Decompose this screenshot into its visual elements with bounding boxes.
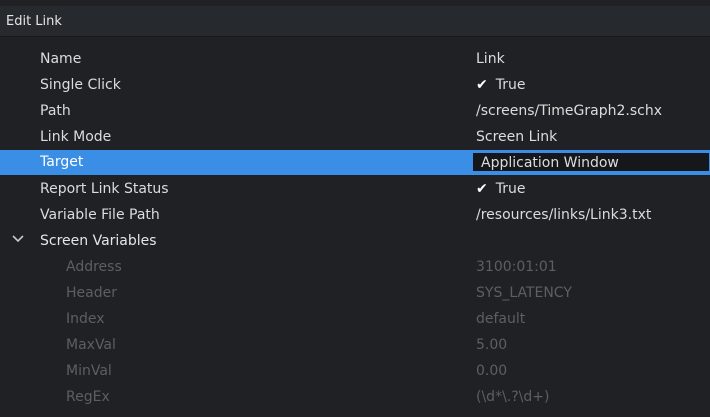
property-row-report-link-status[interactable]: Report Link Status ✔ True <box>0 177 710 202</box>
variable-label: MaxVal <box>66 337 116 353</box>
target-dropdown-value: Application Window <box>481 155 619 171</box>
chevron-down-icon[interactable] <box>11 232 25 246</box>
group-label: Screen Variables <box>40 233 157 249</box>
property-value-checkbox[interactable]: ✔ True <box>476 77 525 93</box>
variable-row-header: Header SYS_LATENCY <box>0 281 710 306</box>
property-row-name[interactable]: Name Link <box>0 47 710 72</box>
property-label: Report Link Status <box>40 181 169 197</box>
variable-row-index: Index default <box>0 307 710 332</box>
property-value-checkbox[interactable]: ✔ True <box>476 181 525 197</box>
variable-row-minval: MinVal 0.00 <box>0 359 710 384</box>
edit-link-panel: Edit Link Name Link Single Click ✔ True P… <box>0 0 710 417</box>
variable-label: Address <box>66 259 122 275</box>
checkmark-icon[interactable]: ✔ <box>476 181 488 197</box>
variable-label: Index <box>66 311 105 327</box>
property-row-variable-file-path[interactable]: Variable File Path /resources/links/Link… <box>0 203 710 228</box>
property-label: Single Click <box>40 77 121 93</box>
property-row-single-click[interactable]: Single Click ✔ True <box>0 73 710 98</box>
variable-row-address: Address 3100:01:01 <box>0 255 710 280</box>
variable-value: SYS_LATENCY <box>476 285 572 301</box>
checkmark-icon[interactable]: ✔ <box>476 77 488 93</box>
property-row-link-mode[interactable]: Link Mode Screen Link <box>0 125 710 150</box>
panel-title-bar: Edit Link <box>0 6 710 37</box>
variable-row-regex: RegEx (\d*\.?\d+) <box>0 385 710 410</box>
checkbox-label: True <box>495 77 526 93</box>
target-dropdown[interactable]: Application Window <box>472 152 710 172</box>
checkbox-label: True <box>495 181 526 197</box>
variable-value: (\d*\.?\d+) <box>476 389 550 405</box>
variable-value: default <box>476 311 526 327</box>
property-value[interactable]: Link <box>476 51 505 67</box>
property-value[interactable]: /resources/links/Link3.txt <box>476 207 651 223</box>
variable-row-maxval: MaxVal 5.00 <box>0 333 710 358</box>
property-label: Name <box>40 51 82 67</box>
property-row-path[interactable]: Path /screens/TimeGraph2.schx <box>0 99 710 124</box>
property-label: Variable File Path <box>40 207 160 223</box>
variable-label: Header <box>66 285 117 301</box>
group-row-screen-variables[interactable]: Screen Variables <box>0 229 710 254</box>
variable-value: 3100:01:01 <box>476 259 557 275</box>
panel-title: Edit Link <box>6 14 62 29</box>
property-value[interactable]: /screens/TimeGraph2.schx <box>476 103 662 119</box>
variable-value: 0.00 <box>476 363 508 379</box>
property-label: Link Mode <box>40 129 112 145</box>
property-label: Target <box>40 154 84 170</box>
property-row-target[interactable]: Target Application Window <box>0 150 710 175</box>
variable-label: RegEx <box>66 389 110 405</box>
variable-label: MinVal <box>66 363 112 379</box>
variable-value: 5.00 <box>476 337 508 353</box>
property-label: Path <box>40 103 71 119</box>
property-value[interactable]: Screen Link <box>476 129 557 145</box>
